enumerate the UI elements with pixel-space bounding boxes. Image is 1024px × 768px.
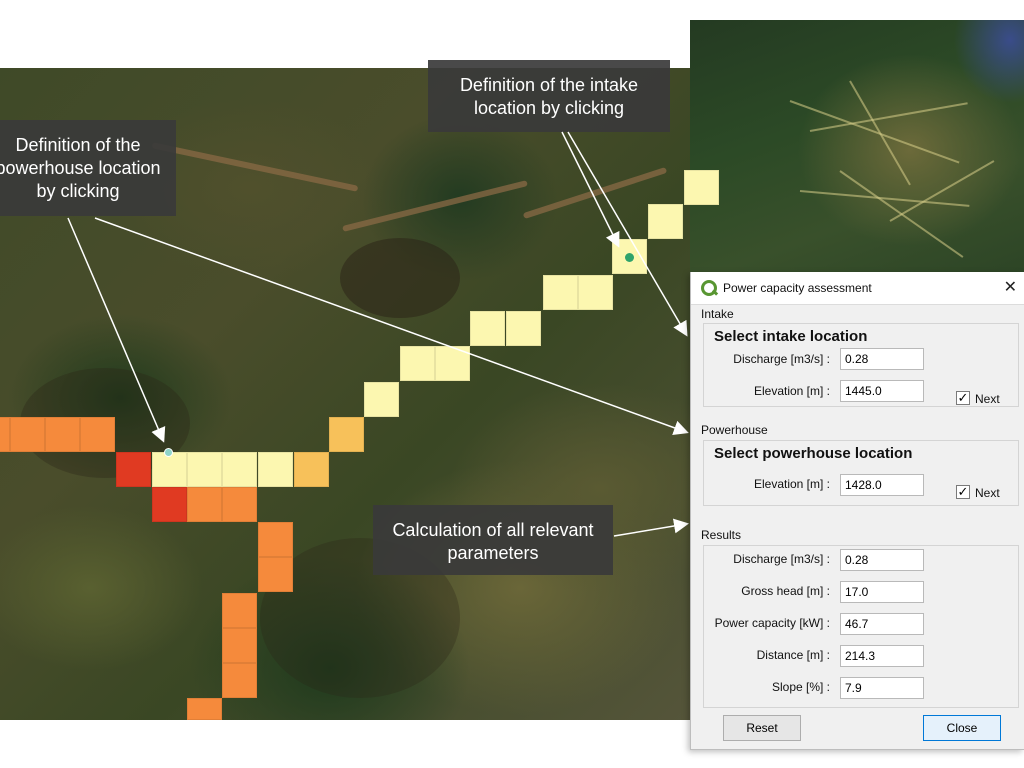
qgis-logo-icon [701,280,717,296]
raster-cell [364,382,399,417]
dialog-title: Power capacity assessment [723,281,872,295]
raster-cell [222,452,257,487]
raster-cell [80,417,115,452]
intake-section-label: Intake [701,307,734,321]
callout-calculation: Calculation of all relevant parameters [373,505,613,575]
powerhouse-elevation-input[interactable] [840,474,924,496]
results-discharge-input[interactable] [840,549,924,571]
powerhouse-point-marker[interactable] [164,448,173,457]
raster-cell [543,275,578,310]
raster-cell [187,698,222,720]
raster-cell [222,487,257,522]
results-discharge-label: Discharge [m3/s] : [733,552,830,566]
raster-cell [152,452,187,487]
close-icon[interactable]: ✕ [1004,277,1017,297]
dirt-track [522,166,668,220]
intake-point-marker[interactable] [625,253,634,262]
raster-cell [45,417,80,452]
close-button[interactable]: Close [923,715,1001,741]
results-distance-label: Distance [m] : [756,648,830,662]
raster-cell [684,170,719,205]
raster-cell [222,628,257,663]
reset-button[interactable]: Reset [723,715,801,741]
powerhouse-section-label: Powerhouse [701,423,768,437]
callout-powerhouse: Definition of the powerhouse location by… [0,120,176,216]
raster-cell [506,311,541,346]
raster-cell [187,452,222,487]
raster-cell [258,452,293,487]
results-gross-head-label: Gross head [m] : [741,584,830,598]
callout-powerhouse-text: Definition of the powerhouse location by… [0,135,161,201]
raster-cell [10,417,45,452]
callout-intake: Definition of the intake location by cli… [428,60,670,132]
burn-scar [340,238,460,318]
raster-cell [152,487,187,522]
raster-cell [187,487,222,522]
raster-cell [294,452,329,487]
river-network [849,80,911,186]
raster-cell [258,557,293,592]
callout-calculation-text: Calculation of all relevant parameters [392,520,594,563]
river-network [889,160,995,222]
intake-elevation-input[interactable] [840,380,924,402]
powerhouse-next-label: Next [975,486,1000,500]
intake-discharge-input[interactable] [840,348,924,370]
results-slope-input[interactable] [840,677,924,699]
raster-cell [329,417,364,452]
dirt-track [342,180,528,232]
overview-map[interactable] [690,20,1024,272]
raster-cell [116,452,151,487]
raster-cell [258,522,293,557]
dialog-titlebar[interactable]: Power capacity assessment ✕ [691,272,1024,305]
intake-heading: Select intake location [714,328,868,345]
power-capacity-dialog: Power capacity assessment ✕ Intake Selec… [690,272,1024,750]
powerhouse-heading: Select powerhouse location [714,445,913,462]
intake-discharge-label: Discharge [m3/s] : [733,352,830,366]
raster-cell [400,346,435,381]
powerhouse-next-checkbox[interactable]: ✓ [956,485,970,499]
raster-cell [222,663,257,698]
powerhouse-elevation-label: Elevation [m] : [753,477,830,491]
intake-group: Select intake location Discharge [m3/s] … [703,323,1019,407]
results-slope-label: Slope [%] : [771,680,830,694]
results-power-input[interactable] [840,613,924,635]
dirt-track [151,142,359,192]
results-distance-input[interactable] [840,645,924,667]
callout-intake-text: Definition of the intake location by cli… [459,75,639,118]
river-network [799,190,970,207]
powerhouse-group: Select powerhouse location Elevation [m]… [703,440,1019,506]
intake-elevation-label: Elevation [m] : [753,384,830,398]
results-gross-head-input[interactable] [840,581,924,603]
intake-next-checkbox[interactable]: ✓ [956,391,970,405]
raster-cell [435,346,470,381]
raster-cell [648,204,683,239]
raster-cell [470,311,505,346]
intake-next-label: Next [975,392,1000,406]
raster-cell [0,417,10,452]
results-power-label: Power capacity [kW] : [714,616,830,630]
raster-cell [578,275,613,310]
raster-cell [222,593,257,628]
results-group: Discharge [m3/s] : Gross head [m] : Powe… [703,545,1019,708]
results-section-label: Results [701,528,742,542]
